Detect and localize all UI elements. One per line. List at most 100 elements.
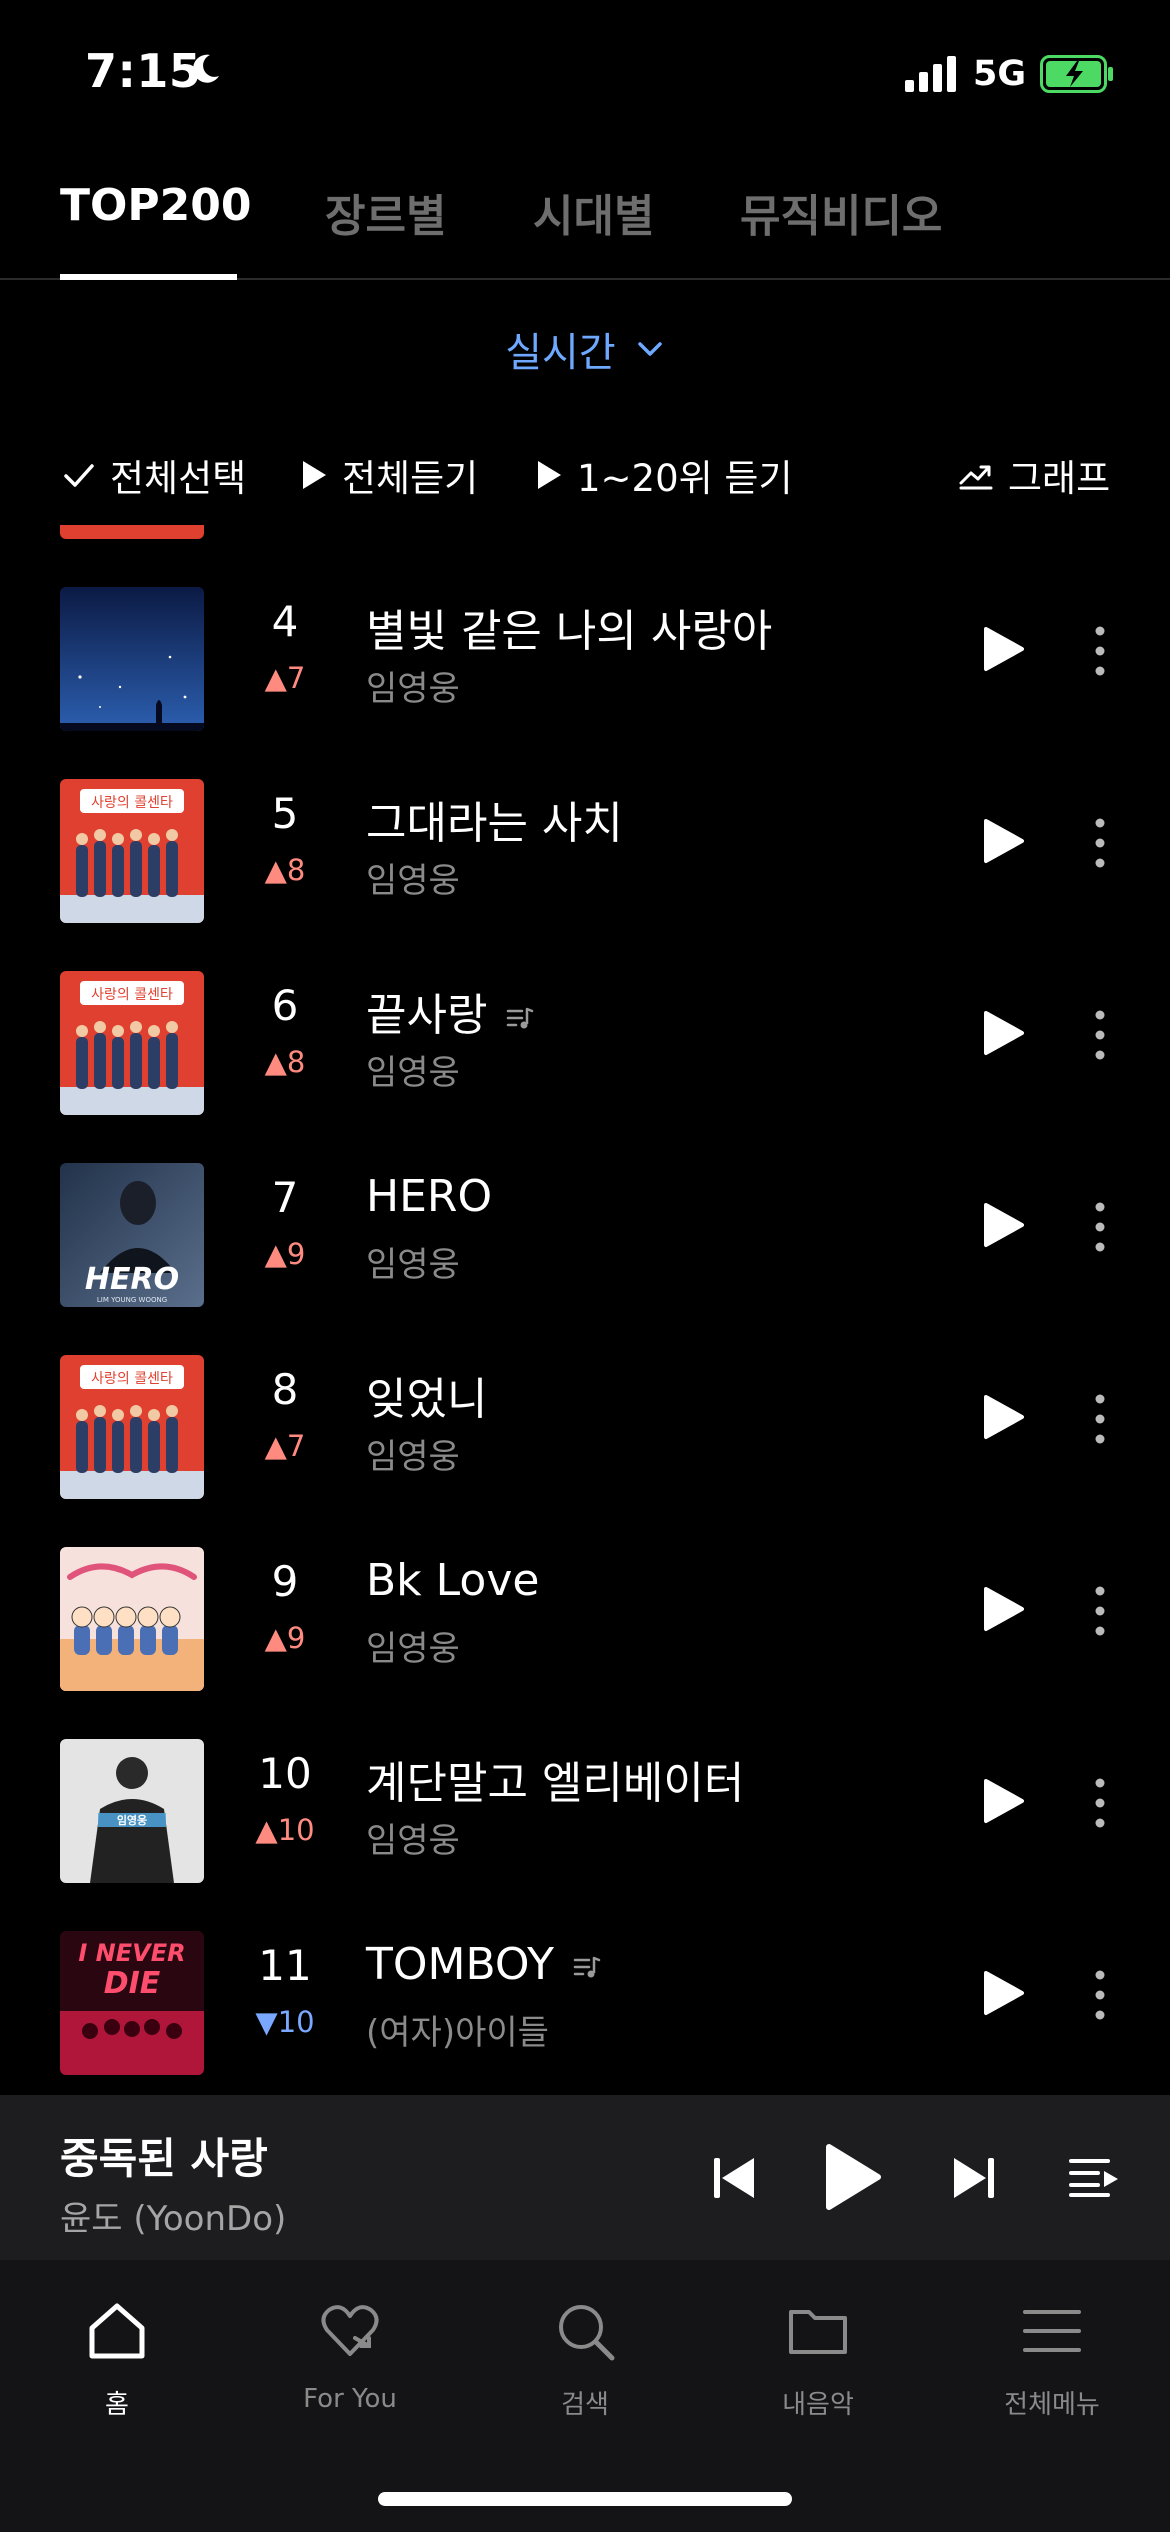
more-options-icon[interactable] (1088, 1201, 1112, 1253)
track-artist[interactable]: (여자)아이들 (366, 2005, 549, 2054)
album-cover[interactable] (60, 525, 204, 539)
track-title[interactable]: 끝사랑 (366, 979, 535, 1043)
nav-home-label: 홈 (105, 2390, 129, 2420)
play-button[interactable] (982, 1393, 1026, 1441)
album-cover[interactable]: HERO LIM YOUNG WOONG (60, 1163, 204, 1307)
track-artist[interactable]: 임영웅 (366, 1237, 460, 1286)
rank-change: ▼10 (255, 2005, 315, 2039)
track-row[interactable]: 사랑의 콜센타 5 ▲8 그대라는 사치 임영웅 (0, 749, 1170, 941)
more-options-icon[interactable] (1088, 1777, 1112, 1829)
play-icon[interactable] (824, 2143, 882, 2211)
track-artist[interactable]: 임영웅 (366, 1045, 460, 1094)
play-icon (303, 461, 326, 489)
status-time: 7:15 (85, 44, 202, 98)
album-cover[interactable]: I NEVER DIE (60, 1931, 204, 2075)
chart-period-dropdown[interactable]: 실시간 (0, 320, 1170, 390)
track-title[interactable]: Bk Love (366, 1555, 539, 1606)
track-title[interactable]: 계단말고 엘리베이터 (366, 1747, 744, 1811)
svg-text:LIM YOUNG WOONG: LIM YOUNG WOONG (97, 1296, 167, 1304)
track-artist[interactable]: 임영웅 (366, 853, 460, 902)
select-all-button[interactable]: 전체선택 (62, 445, 246, 505)
more-options-icon[interactable] (1088, 1585, 1112, 1637)
previous-track-icon[interactable] (712, 2155, 756, 2201)
track-rank: 10 (258, 1749, 312, 1798)
track-title[interactable]: TOMBOY (366, 1939, 602, 1990)
track-artist[interactable]: 임영웅 (366, 1429, 460, 1478)
nav-my-music[interactable]: 내음악 (728, 2298, 908, 2421)
rank-change: ▲7 (264, 661, 306, 695)
album-cover[interactable]: 사랑의 콜센타 (60, 1355, 204, 1499)
nav-for-you-label: For You (303, 2384, 397, 2414)
tab-music-video[interactable]: 뮤직비디오 (740, 180, 942, 244)
graph-button[interactable]: 그래프 (958, 445, 1110, 505)
play-button[interactable] (982, 817, 1026, 865)
track-row-partial[interactable]: 임영웅 (0, 525, 1170, 557)
play-button[interactable] (982, 1009, 1026, 1057)
more-options-icon[interactable] (1088, 625, 1112, 677)
track-rank: 5 (271, 789, 299, 838)
tab-top200[interactable]: TOP200 (60, 180, 252, 231)
track-title[interactable]: 그대라는 사치 (366, 787, 623, 851)
playlist-icon[interactable] (1068, 2157, 1120, 2199)
rank-change: ▲9 (264, 1237, 306, 1271)
play-button[interactable] (982, 1777, 1026, 1825)
album-cover[interactable] (60, 1547, 204, 1691)
track-artist[interactable]: 임영웅 (366, 661, 460, 710)
chart-tabs: TOP200 장르별 시대별 뮤직비디오 (0, 150, 1170, 280)
now-playing-title[interactable]: 중독된 사랑 (60, 2125, 268, 2186)
chevron-down-icon (638, 342, 662, 356)
check-icon (64, 464, 94, 487)
svg-text:사랑의 콜센타: 사랑의 콜센타 (91, 795, 173, 811)
play-button[interactable] (982, 1201, 1026, 1249)
track-title[interactable]: 잊었니 (366, 1363, 487, 1427)
nav-all-menu[interactable]: 전체메뉴 (962, 2298, 1142, 2421)
track-row[interactable]: 임영웅 10 ▲10 계단말고 엘리베이터 임영웅 (0, 1709, 1170, 1901)
play-button[interactable] (982, 625, 1026, 673)
battery-charging-icon (1040, 55, 1113, 93)
play-button[interactable] (982, 1585, 1026, 1633)
chart-track-list[interactable]: 임영웅 4 ▲7 별빛 같은 나의 사랑아 임영웅 사랑의 콜센타 (0, 525, 1170, 2095)
track-title[interactable]: 별빛 같은 나의 사랑아 (366, 595, 772, 659)
tab-era[interactable]: 시대별 (533, 180, 654, 244)
album-cover[interactable]: 사랑의 콜센타 (60, 779, 204, 923)
now-playing-artist[interactable]: 윤도 (YoonDo) (60, 2191, 286, 2240)
nav-my-music-label: 내음악 (782, 2390, 854, 2420)
album-cover[interactable]: 사랑의 콜센타 (60, 971, 204, 1115)
track-artist[interactable]: 임영웅 (366, 1813, 460, 1862)
track-artist[interactable]: 임영웅 (366, 1621, 460, 1670)
play-all-button[interactable]: 전체듣기 (300, 445, 478, 505)
more-options-icon[interactable] (1088, 817, 1112, 869)
track-title[interactable]: HERO (366, 1171, 492, 1222)
play-top20-button[interactable]: 1~20위 듣기 (535, 445, 793, 505)
nav-home[interactable]: 홈 (27, 2298, 207, 2421)
more-options-icon[interactable] (1088, 1393, 1112, 1445)
more-options-icon[interactable] (1088, 1009, 1112, 1061)
nav-for-you[interactable]: For You (260, 2298, 440, 2414)
track-row[interactable]: 9 ▲9 Bk Love 임영웅 (0, 1517, 1170, 1709)
track-row[interactable]: 4 ▲7 별빛 같은 나의 사랑아 임영웅 (0, 557, 1170, 749)
more-options-icon[interactable] (1088, 1969, 1112, 2021)
play-icon (538, 461, 561, 489)
nav-search-label: 검색 (561, 2390, 609, 2420)
mini-player[interactable]: 중독된 사랑 윤도 (YoonDo) (0, 2095, 1170, 2260)
nav-all-menu-label: 전체메뉴 (1004, 2390, 1100, 2420)
play-button[interactable] (982, 1969, 1026, 2017)
album-cover[interactable]: 임영웅 (60, 1739, 204, 1883)
next-track-icon[interactable] (952, 2155, 996, 2201)
track-row[interactable]: I NEVER DIE 11 ▼10 TOMBOY (여자)아이들 (0, 1901, 1170, 2093)
svg-text:사랑의 콜센타: 사랑의 콜센타 (91, 1371, 173, 1387)
rank-change: ▲10 (255, 1813, 315, 1847)
album-cover[interactable] (60, 587, 204, 731)
track-row[interactable]: HERO LIM YOUNG WOONG 7 ▲9 HERO 임영웅 (0, 1133, 1170, 1325)
svg-text:임영웅: 임영웅 (117, 1814, 147, 1827)
svg-text:HERO: HERO (85, 1262, 179, 1297)
tab-genre[interactable]: 장르별 (325, 180, 446, 244)
svg-text:I NEVER: I NEVER (78, 1939, 185, 1967)
nav-search[interactable]: 검색 (495, 2298, 675, 2421)
home-indicator[interactable] (378, 2492, 792, 2506)
trend-chart-icon (959, 465, 993, 490)
track-row[interactable]: 사랑의 콜센타 8 ▲7 잊었니 임영웅 (0, 1325, 1170, 1517)
track-rank: 11 (258, 1941, 312, 1990)
track-row[interactable]: 사랑의 콜센타 6 ▲8 끝사랑 임영웅 (0, 941, 1170, 1133)
rank-change: ▲8 (264, 853, 306, 887)
